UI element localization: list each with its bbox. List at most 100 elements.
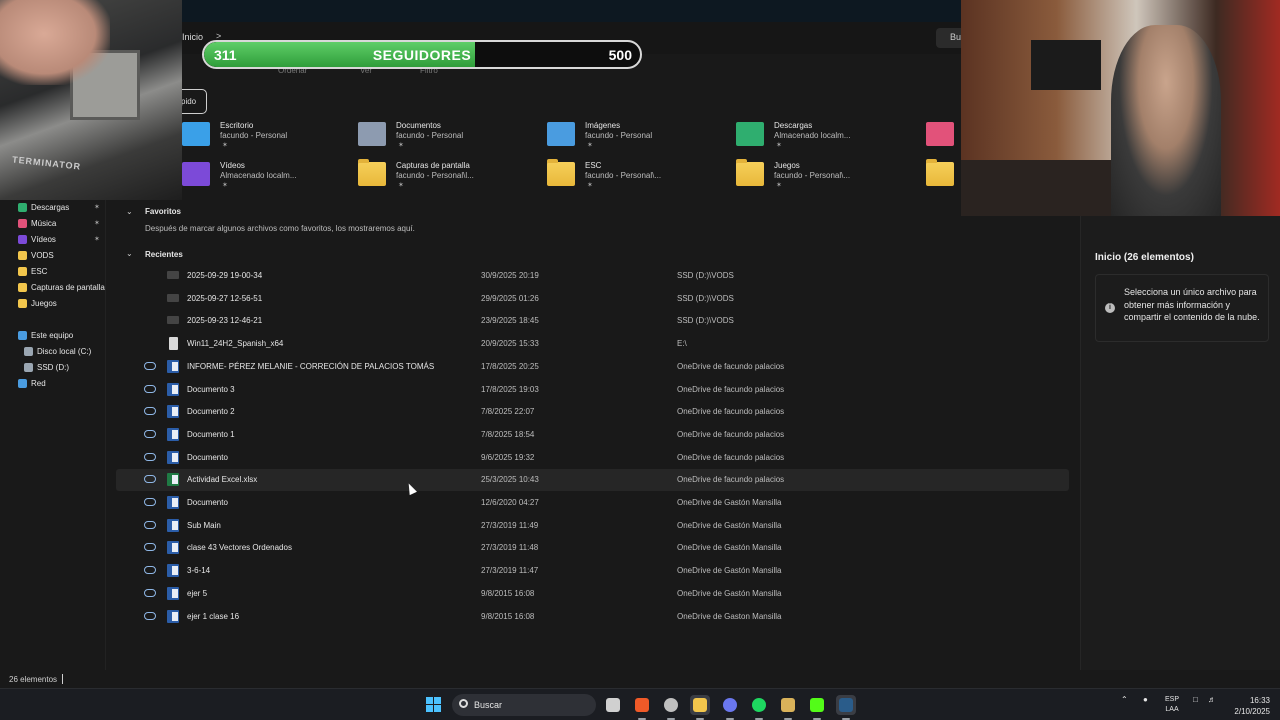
file-row[interactable]: Documento 9/6/2025 19:32 OneDrive de facun… [116, 447, 1069, 469]
sidebar-item[interactable]: Juegos [0, 297, 106, 311]
file-row[interactable]: Documento 2 7/8/2025 22:07 OneDrive de fac… [116, 401, 1069, 423]
folder-icon [358, 122, 386, 146]
volume-icon[interactable]: ♬ [1208, 695, 1216, 704]
file-location: OneDrive de facundo palacios [677, 429, 785, 439]
task-view-icon[interactable] [603, 695, 623, 715]
file-explorer-icon[interactable] [690, 695, 710, 720]
kick-glyph [810, 698, 824, 712]
sidebar-item-label: Vídeos [31, 235, 56, 244]
sidebar-device[interactable]: Este equipo [0, 329, 106, 343]
quick-access-location: facundo - Personal\... [585, 171, 662, 180]
brave-icon[interactable] [632, 695, 652, 720]
file-row[interactable]: ejer 5 9/8/2015 16:08 OneDrive de Gastón M… [116, 583, 1069, 605]
quick-access-item[interactable]: Vídeos Almacenado localm... ✶ [182, 160, 352, 192]
file-row[interactable]: ejer 1 clase 16 9/8/2015 16:08 OneDrive de… [116, 606, 1069, 628]
tray-chevron-icon[interactable]: ⌃ [1121, 695, 1128, 704]
file-location: OneDrive de Gastón Mansilla [677, 498, 782, 507]
chrome-glyph [664, 698, 678, 712]
steam-icon[interactable] [836, 695, 856, 720]
sidebar-device[interactable]: Red [0, 377, 106, 391]
quick-access-item[interactable]: Escritorio facundo - Personal ✶ [182, 120, 352, 152]
folder-icon [358, 159, 386, 186]
hand-image [0, 0, 110, 85]
file-row[interactable]: Documento 3 17/8/2025 19:03 OneDrive de fa… [116, 379, 1069, 401]
file-row[interactable]: 2025-09-27 12-56-51 29/9/2025 01:26 SSD (D… [116, 288, 1069, 310]
sidebar-item[interactable]: Capturas de pantalla [0, 281, 106, 295]
details-title: Inicio (26 elementos) [1095, 252, 1194, 263]
quick-access-item[interactable]: Documentos facundo - Personal ✶ [358, 120, 528, 152]
quick-access-item[interactable]: Capturas de pantalla facundo - Personal\l… [358, 159, 528, 192]
windows-start-icon[interactable] [426, 697, 442, 713]
file-location: OneDrive de Gastón Mansilla [677, 543, 782, 553]
favorites-chevron-icon[interactable]: ⌄ [126, 207, 133, 216]
file-date: 27/3/2019 11:49 [481, 520, 539, 530]
recent-heading[interactable]: Recientes [145, 250, 183, 259]
sidebar-device[interactable]: Disco local (C:) [0, 345, 106, 359]
sidebar-item[interactable]: ESC [0, 265, 106, 279]
file-date: 23/9/2025 18:45 [481, 316, 539, 326]
sidebar-device[interactable]: SSD (D:) [0, 361, 106, 375]
file-row[interactable]: Actividad Excel.xlsx 25/3/2025 10:43 OneDr… [116, 469, 1069, 492]
file-row[interactable]: 3-6-14 27/3/2019 11:47 OneDrive de Gastón … [116, 560, 1069, 582]
file-date: 25/3/2025 10:43 [481, 475, 539, 485]
network-icon[interactable]: □ [1193, 695, 1198, 704]
sidebar-item[interactable]: Descargas ✶ [0, 201, 106, 215]
streamer-image [1111, 25, 1221, 216]
sidebar-item[interactable]: Vídeos ✶ [0, 233, 106, 247]
file-name: ejer 5 [187, 588, 208, 598]
taskbar-search-label: Buscar [474, 700, 503, 710]
language-indicator[interactable]: ESP LAA [1165, 695, 1179, 715]
file-row[interactable]: 2025-09-29 19-00-34 30/9/2025 20:19 SSD (D… [116, 265, 1069, 287]
quick-access-item[interactable] [926, 120, 954, 152]
sidebar-item[interactable]: Música ✶ [0, 217, 106, 231]
favorites-heading[interactable]: Favoritos [145, 207, 181, 216]
pin-icon[interactable]: ✶ [94, 235, 100, 243]
notepad-icon[interactable] [778, 695, 798, 720]
chrome-icon[interactable] [661, 695, 681, 720]
folder-icon [736, 122, 764, 146]
quick-access-item[interactable]: Imágenes facundo - Personal ✶ [547, 120, 717, 152]
quick-access-location: facundo - Personal\... [774, 171, 851, 180]
steam-glyph [839, 698, 853, 712]
file-location: SSD (D:)\VODS [677, 316, 734, 326]
file-row[interactable]: Documento 1 7/8/2025 18:54 OneDrive de fac… [116, 424, 1069, 446]
word-file-icon [167, 586, 179, 600]
quick-access-location: facundo - Personal\l... [396, 171, 474, 180]
quick-access-item[interactable]: ESC facundo - Personal\... ✶ [547, 159, 717, 192]
quick-access-item[interactable] [926, 159, 954, 192]
file-row[interactable]: Documento 12/6/2020 04:27 OneDrive de Gast… [116, 492, 1069, 514]
language-code: ESP [1165, 696, 1180, 703]
pin-icon[interactable]: ✶ [94, 203, 100, 211]
file-row[interactable]: Sub Main 27/3/2019 11:49 OneDrive de Gastó… [116, 515, 1069, 537]
discord-icon[interactable] [720, 695, 740, 720]
spotify-icon[interactable] [749, 695, 769, 720]
clock[interactable]: 16:33 2/10/2025 [1222, 695, 1270, 717]
pin-icon: ✶ [587, 182, 593, 189]
cloud-sync-icon [144, 543, 156, 552]
folder-icon [547, 122, 575, 146]
details-info-text: Selecciona un único archivo para obtener… [1124, 287, 1260, 322]
microphone-icon[interactable]: ● [1143, 695, 1148, 704]
taskbar-search[interactable]: Buscar [452, 694, 596, 716]
quick-access-item[interactable]: Juegos facundo - Personal\... ✶ [736, 159, 906, 192]
file-row[interactable]: 2025-09-23 12-46-21 23/9/2025 18:45 SSD (D… [116, 310, 1069, 332]
pin-icon[interactable]: ✶ [94, 219, 100, 227]
sidebar-item-label: ESC [31, 267, 48, 276]
brave-glyph [635, 698, 649, 712]
file-row[interactable]: INFORME- PÉREZ MELANIE - CORRECIÓN DE PA… [116, 356, 1069, 378]
details-info-card: i Selecciona un único archivo para obten… [1095, 274, 1269, 342]
cloud-sync-icon [144, 475, 156, 484]
sidebar-item[interactable]: VODS [0, 249, 106, 263]
clock-date: 2/10/2025 [1234, 707, 1270, 716]
kick-icon[interactable] [807, 695, 827, 720]
recent-chevron-icon[interactable]: ⌄ [126, 249, 133, 258]
breadcrumb-home[interactable]: Inicio [182, 32, 203, 42]
file-row[interactable]: Win11_24H2_Spanish_x64 20/9/2025 15:33 E:\ [116, 333, 1069, 355]
file-name: Win11_24H2_Spanish_x64 [187, 339, 284, 349]
webcam-streamer [961, 0, 1280, 216]
file-row[interactable]: clase 43 Vectores Ordenados 27/3/2019 11:… [116, 537, 1069, 559]
pin-icon: ✶ [776, 142, 782, 149]
wall-poster-image [1031, 40, 1101, 90]
search-icon [459, 699, 468, 708]
quick-access-item[interactable]: Descargas Almacenado localm... ✶ [736, 120, 906, 152]
